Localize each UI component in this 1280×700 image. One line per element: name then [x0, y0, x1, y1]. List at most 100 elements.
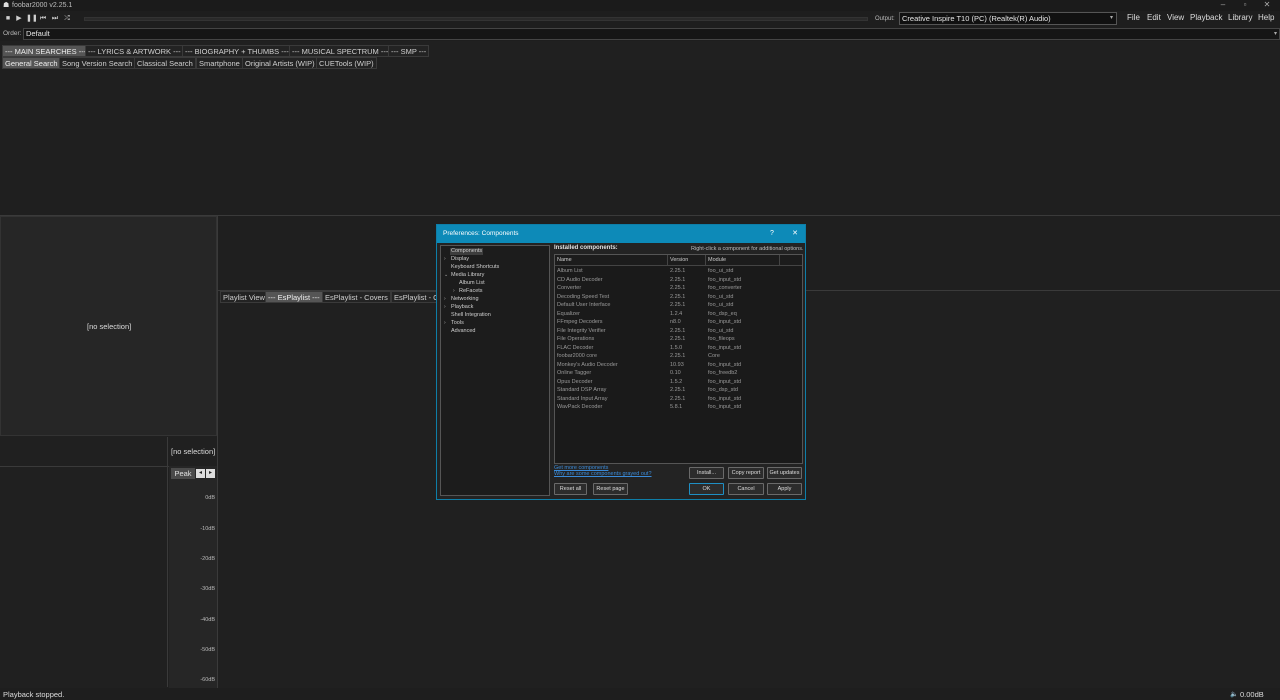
expand-arrow-icon[interactable]: › [444, 304, 446, 310]
tab-biography-thumbs[interactable]: --- BIOGRAPHY + THUMBS --- [182, 45, 292, 57]
tab-musical-spectrum[interactable]: --- MUSICAL SPECTRUM --- [289, 45, 392, 57]
table-row[interactable]: CD Audio Decoder 2.25.1 foo_input_std [555, 276, 780, 285]
table-row[interactable]: Album List 2.25.1 foo_ui_std [555, 267, 780, 276]
stop-icon[interactable]: ■ [3, 13, 13, 25]
table-row[interactable]: Decoding Speed Test 2.25.1 foo_ui_std [555, 293, 780, 302]
close-icon[interactable]: ✕ [789, 225, 801, 243]
component-version: 5.8.1 [670, 404, 683, 410]
tab-smartphone[interactable]: Smartphone [196, 57, 243, 69]
table-row[interactable]: Converter 2.25.1 foo_converter [555, 284, 780, 293]
seek-bar[interactable] [84, 17, 868, 21]
help-icon[interactable]: ? [766, 225, 778, 243]
table-row[interactable]: FFmpeg Decoders n8.0 foo_input_std [555, 318, 780, 327]
tab-classical-search[interactable]: Classical Search [134, 57, 196, 69]
grayed-out-components-link[interactable]: Why are some components grayed out? [554, 471, 652, 477]
tab-esplaylist[interactable]: --- EsPlaylist --- [265, 291, 323, 303]
table-row[interactable]: foobar2000 core 2.25.1 Core [555, 352, 780, 361]
get-updates-button[interactable]: Get updates [767, 467, 802, 479]
arrow-left-icon[interactable]: ◂ [196, 469, 205, 478]
table-row[interactable]: Monkey's Audio Decoder 10.93 foo_input_std [555, 361, 780, 370]
peak-button[interactable]: Peak [171, 468, 195, 479]
expand-arrow-icon[interactable]: › [444, 296, 446, 302]
window-title: foobar2000 v2.25.1 [12, 2, 73, 9]
tree-item-tools[interactable]: Tools [451, 320, 464, 327]
menu-edit[interactable]: Edit [1147, 13, 1161, 22]
tree-item-playback[interactable]: Playback [451, 304, 473, 311]
menu-library[interactable]: Library [1228, 13, 1252, 22]
tab-original-artists[interactable]: Original Artists (WIP) [242, 57, 318, 69]
apply-button[interactable]: Apply [767, 483, 802, 495]
tab-smp[interactable]: --- SMP --- [388, 45, 430, 57]
cancel-button[interactable]: Cancel [728, 483, 764, 495]
tree-item-shell-integration[interactable]: Shell Integration [451, 312, 491, 319]
artwork-panel: [no selection] [0, 216, 217, 436]
minimize-icon[interactable]: – [1212, 0, 1234, 11]
component-version: 2.25.1 [670, 395, 686, 402]
copy-report-button[interactable]: Copy report [728, 467, 764, 479]
tree-item-album-list[interactable]: Album List [459, 280, 485, 287]
table-row[interactable]: Opus Decoder 1.5.2 foo_input_std [555, 378, 780, 387]
splitter[interactable] [217, 216, 218, 688]
component-version: 2.25.1 [670, 293, 686, 300]
component-version: 2.25.1 [670, 276, 686, 283]
list-header: Name Version Module [555, 255, 802, 266]
table-row[interactable]: File Operations 2.25.1 foo_fileops [555, 335, 780, 344]
maximize-icon[interactable]: ▫ [1234, 0, 1256, 11]
tab-song-version-search[interactable]: Song Version Search [59, 57, 136, 69]
components-list[interactable]: Name Version Module Album List 2.25.1 foo_… [554, 254, 803, 464]
expand-arrow-icon[interactable]: › [444, 256, 446, 262]
expand-arrow-icon[interactable]: › [453, 288, 455, 294]
collapse-arrow-icon[interactable]: ⌄ [444, 272, 448, 278]
preferences-dialog: Preferences: Components ? ✕ Components ›… [436, 224, 806, 500]
arrow-right-icon[interactable]: ▸ [206, 469, 215, 478]
column-header-module[interactable]: Module [706, 255, 780, 266]
column-header-name[interactable]: Name [555, 255, 668, 266]
table-row[interactable]: WavPack Decoder 5.8.1 foo_input_std [555, 403, 780, 412]
tab-esplaylist-covers[interactable]: EsPlaylist - Covers [322, 291, 391, 303]
table-row[interactable]: FLAC Decoder 1.5.0 foo_input_std [555, 344, 780, 353]
table-row[interactable]: File Integrity Verifier 2.25.1 foo_ui_std [555, 327, 780, 336]
play-icon[interactable]: ▶ [14, 13, 24, 25]
table-row[interactable]: Default User Interface 2.25.1 foo_ui_std [555, 301, 780, 310]
expand-arrow-icon[interactable]: › [444, 320, 446, 326]
component-module: foo_freedb2 [708, 370, 738, 376]
previous-icon[interactable]: ⏮ [38, 13, 48, 25]
tree-item-display[interactable]: Display [451, 256, 469, 263]
installed-components-label: Installed components: [554, 245, 618, 251]
tab-lyrics-artwork[interactable]: --- LYRICS & ARTWORK --- [85, 45, 184, 57]
install-button[interactable]: Install... [689, 467, 724, 479]
reset-page-button[interactable]: Reset page [593, 483, 628, 495]
menu-playback[interactable]: Playback [1190, 13, 1222, 22]
tree-item-refacets[interactable]: ReFacets [459, 288, 483, 295]
order-select[interactable]: Default ▾ [23, 28, 1280, 40]
tree-item-networking[interactable]: Networking [451, 296, 479, 303]
reset-all-button[interactable]: Reset all [554, 483, 587, 495]
menu-view[interactable]: View [1167, 13, 1184, 22]
tab-esplaylist-c[interactable]: EsPlaylist - C [391, 291, 442, 303]
tab-general-search[interactable]: General Search [2, 57, 61, 69]
menu-help[interactable]: Help [1258, 13, 1274, 22]
pause-icon[interactable]: ❚❚ [26, 13, 38, 25]
component-name: Decoding Speed Test [557, 293, 610, 300]
next-icon[interactable]: ⏭ [50, 13, 60, 25]
tab-main-searches[interactable]: --- MAIN SEARCHES --- [2, 45, 90, 57]
table-row[interactable]: Equalizer 1.2.4 foo_dsp_eq [555, 310, 780, 319]
volume-icon[interactable]: 🔈 [1230, 690, 1238, 698]
component-name: Converter [557, 285, 582, 291]
tree-item-media-library[interactable]: Media Library [451, 272, 484, 279]
tree-item-advanced[interactable]: Advanced [451, 328, 475, 335]
close-icon[interactable]: ✕ [1256, 0, 1278, 11]
tab-cuetools[interactable]: CUETools (WIP) [316, 57, 377, 69]
tree-item-components[interactable]: Components [450, 248, 484, 255]
output-device-select[interactable]: Creative Inspire T10 (PC) (Realtek(R) Au… [899, 12, 1117, 25]
table-row[interactable]: Online Tagger 0.10 foo_freedb2 [555, 369, 780, 378]
table-row[interactable]: Standard DSP Array 2.25.1 foo_dsp_std [555, 386, 780, 395]
column-header-version[interactable]: Version [668, 255, 706, 266]
tree-item-keyboard-shortcuts[interactable]: Keyboard Shortcuts [451, 264, 499, 271]
component-version: 1.5.2 [670, 378, 683, 385]
menu-file[interactable]: File [1127, 13, 1140, 22]
ok-button[interactable]: OK [689, 483, 724, 495]
tab-playlist-view[interactable]: Playlist View [220, 291, 268, 303]
table-row[interactable]: Standard Input Array 2.25.1 foo_input_std [555, 395, 780, 404]
random-icon[interactable]: ⤮ [62, 13, 72, 25]
